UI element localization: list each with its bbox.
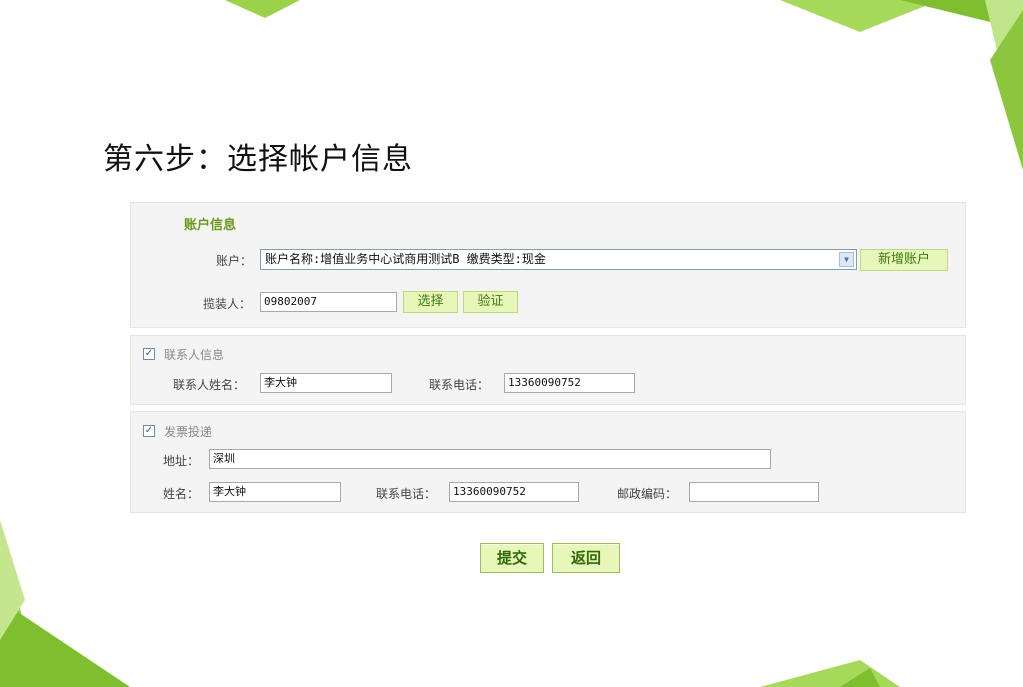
back-button[interactable]: 返回 bbox=[552, 543, 620, 573]
deco-shape-bottom-right-1 bbox=[760, 660, 900, 687]
account-label: 账户： bbox=[216, 254, 253, 268]
invoice-postcode-label: 邮政编码： bbox=[617, 487, 678, 501]
deco-shape-top-right-1 bbox=[780, 0, 940, 32]
invoice-address-label: 地址： bbox=[163, 454, 200, 468]
account-info-panel: 账户信息 账户： 账户名称:增值业务中心试商用测试B 缴费类型:现金 ▼ 新增账… bbox=[130, 202, 966, 328]
contact-phone-label: 联系电话： bbox=[429, 378, 490, 392]
invoice-address-input[interactable]: 深圳 bbox=[209, 449, 771, 469]
invoice-name-label: 姓名： bbox=[163, 487, 200, 501]
installer-label: 揽装人： bbox=[203, 297, 252, 311]
deco-shape-bottom-left-1 bbox=[0, 530, 40, 687]
installer-input[interactable]: 09802007 bbox=[260, 292, 397, 312]
page-title: 第六步：选择帐户信息 bbox=[103, 142, 413, 177]
deco-shape-right-1 bbox=[985, 0, 1023, 160]
contact-info-panel: ✓ 联系人信息 联系人姓名： 李大钟 联系电话： 13360090752 bbox=[130, 335, 966, 405]
account-select[interactable]: 账户名称:增值业务中心试商用测试B 缴费类型:现金 ▼ bbox=[260, 249, 857, 270]
check-icon: ✓ bbox=[144, 348, 154, 359]
invoice-phone-input[interactable]: 13360090752 bbox=[449, 482, 579, 502]
check-icon: ✓ bbox=[144, 425, 154, 436]
verify-button[interactable]: 验证 bbox=[463, 291, 518, 313]
invoice-phone-label: 联系电话： bbox=[376, 487, 437, 501]
account-select-value: 账户名称:增值业务中心试商用测试B 缴费类型:现金 bbox=[265, 252, 546, 266]
invoice-name-input[interactable]: 李大钟 bbox=[209, 482, 341, 502]
deco-shape-bottom-left-2 bbox=[0, 600, 130, 687]
deco-shape-top-left bbox=[225, 0, 300, 18]
deco-shape-right-2 bbox=[990, 10, 1023, 170]
contact-section-title: 联系人信息 bbox=[164, 348, 225, 362]
deco-shape-top-right-2 bbox=[900, 0, 1023, 30]
contact-phone-input[interactable]: 13360090752 bbox=[504, 373, 635, 393]
submit-button[interactable]: 提交 bbox=[480, 543, 544, 573]
add-account-button[interactable]: 新增账户 bbox=[860, 249, 948, 271]
chevron-down-icon[interactable]: ▼ bbox=[839, 252, 854, 267]
select-button[interactable]: 选择 bbox=[403, 291, 458, 313]
invoice-delivery-panel: ✓ 发票投递 地址： 深圳 姓名： 李大钟 联系电话： 13360090752 … bbox=[130, 411, 966, 513]
deco-shape-bottom-left-3 bbox=[0, 520, 25, 640]
deco-shape-bottom-right-2 bbox=[840, 668, 880, 687]
contact-name-input[interactable]: 李大钟 bbox=[260, 373, 392, 393]
invoice-postcode-input[interactable] bbox=[689, 482, 819, 502]
invoice-section-title: 发票投递 bbox=[164, 425, 213, 439]
contact-name-label: 联系人姓名： bbox=[173, 378, 246, 392]
invoice-checkbox[interactable]: ✓ bbox=[143, 425, 155, 437]
contact-checkbox[interactable]: ✓ bbox=[143, 348, 155, 360]
account-section-title: 账户信息 bbox=[184, 218, 237, 233]
